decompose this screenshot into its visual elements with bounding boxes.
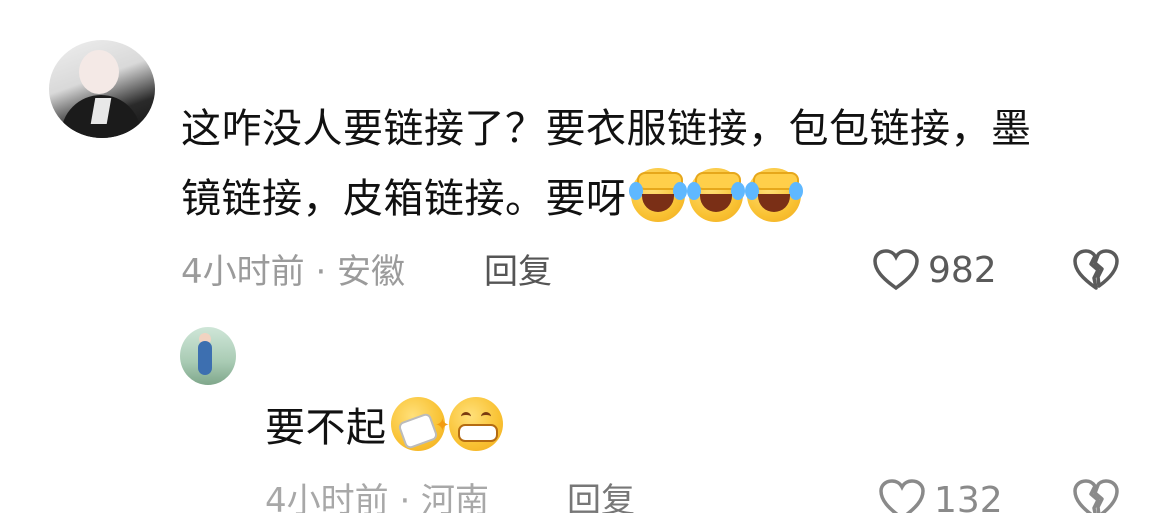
comment-text: 这咋没人要链接了？要衣服链接，包包链接，墨 镜链接，皮箱链接。要呀 bbox=[181, 94, 1121, 234]
reply-button[interactable]: 回复 bbox=[567, 481, 635, 513]
avatar[interactable] bbox=[49, 40, 155, 138]
dislike-button[interactable] bbox=[1072, 248, 1120, 296]
comment-meta: 4小时前 · 河南 bbox=[265, 481, 490, 513]
heart-icon bbox=[879, 479, 925, 513]
comment-body: 要不起 bbox=[265, 405, 387, 451]
comment-line-2: 镜链接，皮箱链接。要呀 bbox=[181, 164, 1121, 234]
comment-list: 这咋没人要链接了？要衣服链接，包包链接，墨 镜链接，皮箱链接。要呀 4小时前 ·… bbox=[0, 0, 1157, 513]
like-button[interactable]: 982 bbox=[872, 248, 997, 292]
like-button[interactable]: 132 bbox=[878, 478, 1003, 513]
comment-meta: 4小时前 · 安徽 bbox=[181, 252, 406, 292]
avatar[interactable] bbox=[180, 327, 236, 385]
grin-icon bbox=[448, 397, 503, 451]
laugh-cry-icon bbox=[686, 168, 745, 222]
comment-text: 要不起 ✦ bbox=[265, 393, 865, 463]
comment-line-2-text: 镜链接，皮箱链接。要呀 bbox=[181, 176, 627, 222]
laugh-cry-icon bbox=[744, 168, 803, 222]
dislike-button[interactable] bbox=[1072, 478, 1120, 513]
avatar-face bbox=[79, 50, 119, 94]
avatar-figure bbox=[198, 341, 212, 375]
laugh-cry-icon bbox=[628, 168, 687, 222]
like-count: 982 bbox=[928, 249, 997, 291]
broken-heart-icon bbox=[1073, 479, 1119, 513]
crying-with-mask-icon: ✦ bbox=[390, 397, 450, 451]
broken-heart-icon bbox=[1073, 249, 1119, 290]
heart-icon bbox=[873, 249, 919, 291]
comment-line-1: 这咋没人要链接了？要衣服链接，包包链接，墨 bbox=[181, 106, 1032, 152]
like-count: 132 bbox=[934, 479, 1003, 513]
reply-button[interactable]: 回复 bbox=[484, 252, 552, 292]
